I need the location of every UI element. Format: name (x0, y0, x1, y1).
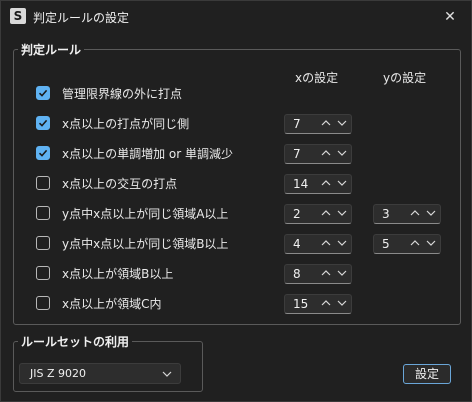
chevron-up-icon[interactable] (410, 239, 420, 247)
y-value: 5 (382, 237, 390, 251)
x-stepper-same-side[interactable]: 7 (284, 114, 352, 134)
chevron-up-icon[interactable] (321, 179, 331, 187)
chevron-down-icon (162, 371, 172, 377)
rule-checkbox-outside-limits[interactable] (36, 86, 50, 100)
x-value: 14 (293, 177, 309, 191)
x-value: 8 (293, 267, 301, 281)
y-stepper-zone-a[interactable]: 3 (373, 204, 441, 224)
y-settings-header: yの設定 (383, 71, 427, 85)
ruleset-select[interactable]: JIS Z 9020 (19, 363, 181, 384)
rule-checkbox-same-side[interactable] (36, 116, 50, 130)
chevron-up-icon[interactable] (321, 119, 331, 127)
chevron-down-icon[interactable] (426, 209, 436, 217)
app-icon: S (10, 8, 26, 24)
x-value: 15 (293, 297, 309, 311)
chevron-up-icon[interactable] (410, 209, 420, 217)
rule-label: y点中x点以上が同じ領域A以上 (62, 207, 229, 221)
x-stepper-zone-c[interactable]: 15 (284, 294, 352, 314)
dialog-window: S 判定ルールの設定 ✕ 判定ルール xの設定 yの設定 管理限界線の外に打点 … (0, 0, 472, 402)
rule-checkbox-monotonic[interactable] (36, 146, 50, 160)
x-stepper-monotonic[interactable]: 7 (284, 144, 352, 164)
rule-label: x点以上が領域C内 (62, 297, 162, 311)
chevron-up-icon[interactable] (321, 299, 331, 307)
rules-group-legend: 判定ルール (21, 43, 82, 57)
chevron-up-icon[interactable] (321, 209, 331, 217)
ruleset-selected-value: JIS Z 9020 (30, 367, 86, 380)
chevron-down-icon[interactable] (337, 149, 347, 157)
chevron-down-icon[interactable] (426, 239, 436, 247)
rule-checkbox-beyond-zone-b[interactable] (36, 266, 50, 280)
y-value: 3 (382, 207, 390, 221)
x-stepper-alternating[interactable]: 14 (284, 174, 352, 194)
rule-checkbox-zone-b[interactable] (36, 236, 50, 250)
x-value: 7 (293, 147, 301, 161)
x-stepper-beyond-zone-b[interactable]: 8 (284, 264, 352, 284)
rule-label: 管理限界線の外に打点 (62, 87, 183, 101)
rule-label: x点以上の交互の打点 (62, 177, 178, 191)
x-stepper-zone-a[interactable]: 2 (284, 204, 352, 224)
chevron-down-icon[interactable] (337, 239, 347, 247)
chevron-down-icon[interactable] (337, 269, 347, 277)
check-icon (38, 119, 48, 127)
rule-label: x点以上が領域B以上 (62, 267, 174, 281)
x-value: 4 (293, 237, 301, 251)
ruleset-group-legend: ルールセットの利用 (21, 335, 130, 349)
chevron-down-icon[interactable] (337, 299, 347, 307)
x-settings-header: xの設定 (295, 71, 339, 85)
title-bar[interactable]: S 判定ルールの設定 ✕ (1, 1, 471, 33)
rule-checkbox-alternating[interactable] (36, 176, 50, 190)
check-icon (38, 149, 48, 157)
chevron-up-icon[interactable] (321, 149, 331, 157)
chevron-down-icon[interactable] (337, 209, 347, 217)
apply-button[interactable]: 設定 (403, 364, 451, 384)
rule-label: y点中x点以上が同じ領域B以上 (62, 237, 229, 251)
x-stepper-zone-b[interactable]: 4 (284, 234, 352, 254)
y-stepper-zone-b[interactable]: 5 (373, 234, 441, 254)
x-value: 2 (293, 207, 301, 221)
chevron-down-icon[interactable] (337, 179, 347, 187)
window-title: 判定ルールの設定 (33, 11, 130, 25)
rule-checkbox-zone-a[interactable] (36, 206, 50, 220)
check-icon (38, 89, 48, 97)
close-button[interactable]: ✕ (439, 6, 461, 28)
chevron-up-icon[interactable] (321, 269, 331, 277)
rule-checkbox-zone-c[interactable] (36, 296, 50, 310)
x-value: 7 (293, 117, 301, 131)
rule-label: x点以上の打点が同じ側 (62, 117, 190, 131)
rule-label: x点以上の単調増加 or 単調減少 (62, 147, 234, 161)
chevron-down-icon[interactable] (337, 119, 347, 127)
chevron-up-icon[interactable] (321, 239, 331, 247)
